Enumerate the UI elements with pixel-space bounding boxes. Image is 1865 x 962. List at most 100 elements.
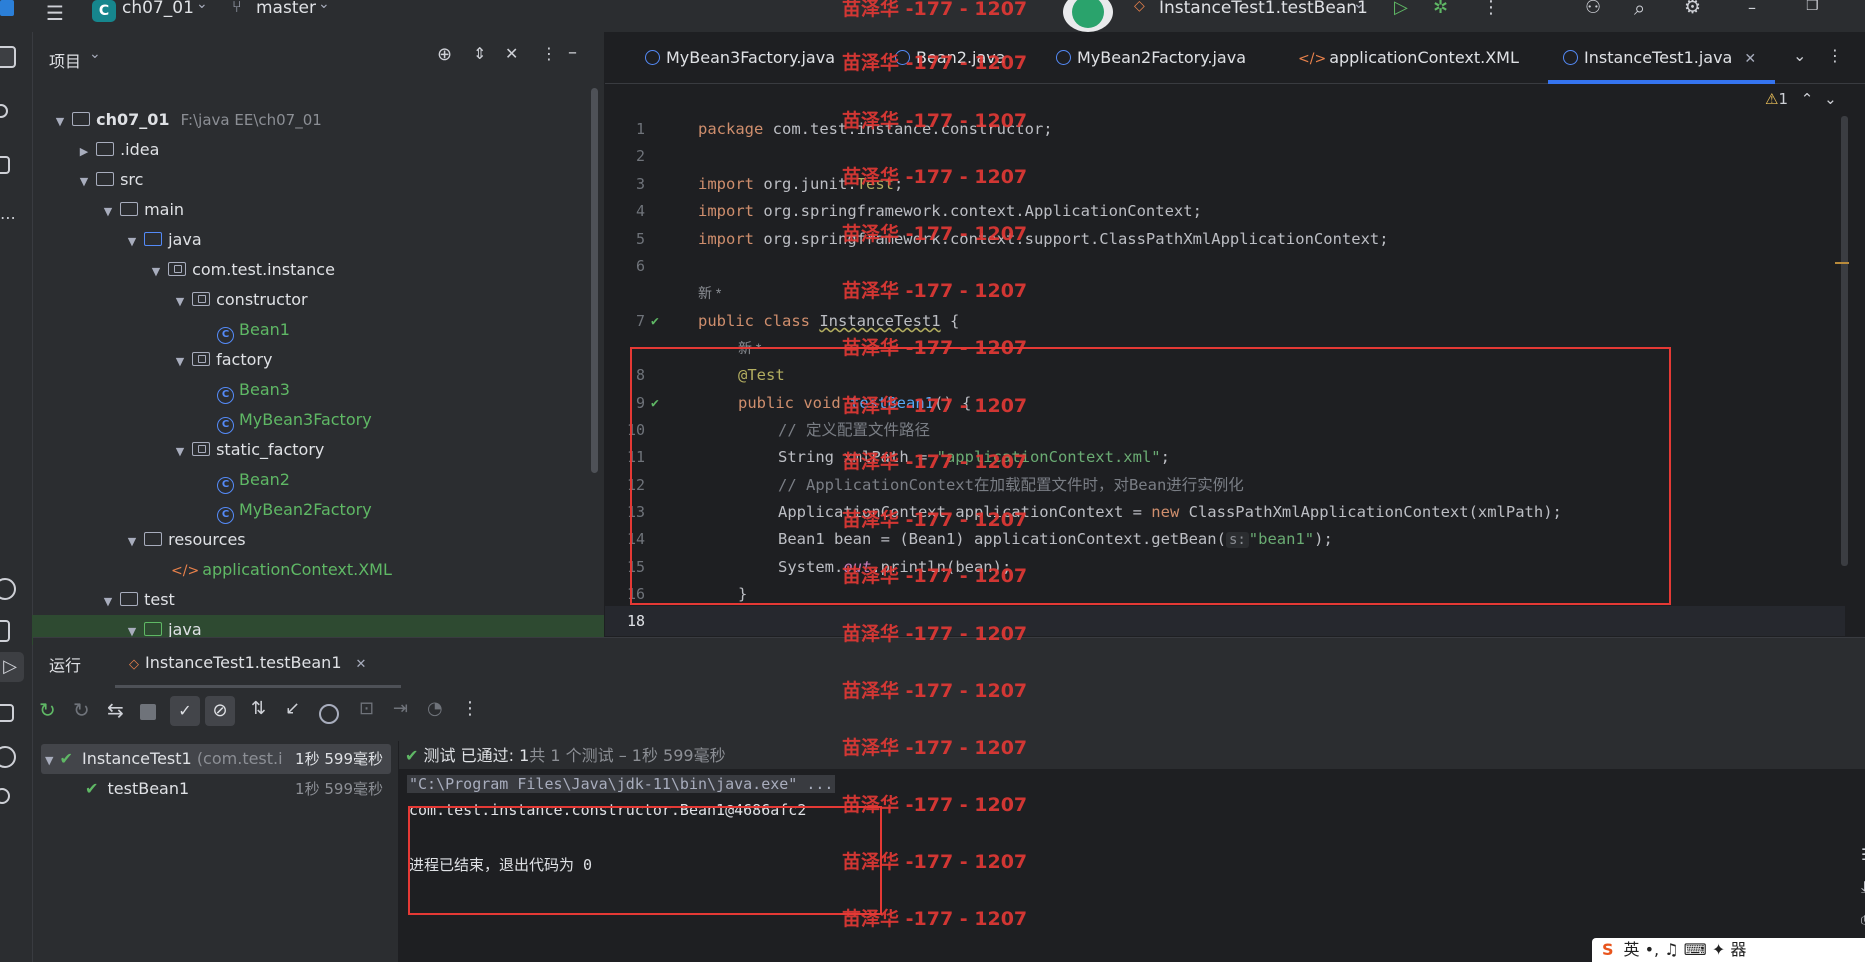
services-icon[interactable]: [0, 578, 16, 600]
run-tool-icon[interactable]: ▷: [0, 652, 24, 682]
show-ignored-toggle[interactable]: ⊘: [205, 696, 235, 726]
options-icon[interactable]: ⋮: [541, 44, 557, 63]
chevron-down-icon[interactable]: ▼: [173, 347, 187, 377]
print-icon[interactable]: ⎙: [1861, 909, 1865, 929]
search-icon[interactable]: ⌕: [1634, 0, 1645, 20]
more-tools-icon[interactable]: ⋯: [0, 208, 16, 227]
tab-bean2[interactable]: Bean2.java: [895, 32, 1006, 84]
tab-mybean3factory[interactable]: MyBean3Factory.java: [645, 32, 835, 84]
project-badge[interactable]: C: [92, 0, 116, 22]
git-icon[interactable]: [0, 788, 10, 804]
minimize-icon[interactable]: –: [1748, 0, 1756, 17]
chevron-down-icon[interactable]: ⌄: [1353, 0, 1365, 12]
close-icon[interactable]: ✕: [356, 657, 367, 672]
tree-item-factory[interactable]: ▼ factory: [173, 345, 273, 377]
chevron-down-icon[interactable]: ▼: [149, 257, 163, 287]
export-icon[interactable]: ⇥: [393, 698, 408, 719]
run-panel-title[interactable]: 运行: [49, 652, 81, 676]
screenshot-icon[interactable]: ⊡: [359, 698, 374, 719]
chevron-down-icon[interactable]: ⌄: [89, 46, 101, 62]
tree-item-java[interactable]: ▼ java: [125, 225, 202, 255]
tree-item-ch07_01[interactable]: ▼ ch07_01 F:\java EE\ch07_01: [53, 105, 322, 135]
chevron-down-icon[interactable]: ▼: [125, 227, 139, 257]
chevron-down-icon[interactable]: ▼: [173, 437, 187, 467]
tree-label: MyBean2Factory: [239, 500, 372, 519]
chevron-down-icon[interactable]: ▼: [77, 167, 91, 197]
tree-item-src[interactable]: ▼ src: [77, 165, 144, 197]
history-icon[interactable]: [319, 704, 339, 724]
ime-toolbar[interactable]: S 英 •, ♫ ⌨ ✦ 器: [1592, 938, 1865, 962]
chevron-down-icon[interactable]: ▼: [101, 197, 115, 227]
chevron-down-icon[interactable]: ▼: [125, 527, 139, 557]
sort-icon[interactable]: ⇅: [251, 698, 266, 719]
class-icon: C: [217, 507, 234, 524]
tab-mybean2factory[interactable]: MyBean2Factory.java: [1056, 32, 1246, 84]
run-test-gutter-icon[interactable]: ✔: [651, 390, 659, 417]
tab-applicationcontext[interactable]: </> applicationContext.XML: [1298, 32, 1519, 84]
restore-icon[interactable]: ❐: [1806, 0, 1819, 14]
problems-icon[interactable]: [0, 746, 16, 768]
coverage-icon[interactable]: ◔: [427, 698, 443, 719]
scrollbar[interactable]: [591, 88, 598, 473]
test-row-instancetest1[interactable]: ▼ ✔ InstanceTest1 (com.test.i 1秒 599毫秒: [41, 744, 391, 774]
tree-item-test[interactable]: ▼ test: [101, 585, 175, 615]
tree-item-idea[interactable]: ▶ .idea: [77, 135, 160, 167]
locate-target-icon[interactable]: ⊕: [437, 44, 452, 65]
tree-item-mybean3factory[interactable]: C MyBean3Factory: [217, 405, 372, 435]
chevron-down-icon[interactable]: ⌄: [318, 0, 330, 12]
toggle-auto-test-icon[interactable]: ⇆: [107, 698, 124, 722]
scroll-to-end-icon[interactable]: ⤓: [1861, 877, 1865, 897]
chevron-down-icon[interactable]: ▼: [45, 754, 53, 767]
chevron-down-icon[interactable]: ⌄: [196, 0, 208, 12]
debug-icon[interactable]: ✲: [1433, 0, 1448, 18]
commit-icon[interactable]: [0, 104, 8, 118]
expand-all-icon[interactable]: ⇕: [473, 44, 486, 63]
test-row-testbean1[interactable]: ✔ testBean1 1秒 599毫秒: [41, 774, 391, 804]
run-icon[interactable]: ▷: [1394, 0, 1408, 18]
more-icon[interactable]: ⋮: [1482, 0, 1500, 18]
run-test-gutter-icon[interactable]: ✔: [651, 308, 659, 335]
app-logo-icon[interactable]: [0, 0, 14, 16]
add-user-icon[interactable]: ⚇: [1585, 0, 1601, 18]
collapse-all-icon[interactable]: ✕: [505, 44, 518, 63]
tree-item-applicationcontext[interactable]: </> applicationContext.XML: [171, 555, 392, 585]
tree-item-bean2[interactable]: C Bean2: [217, 465, 290, 495]
branch-name[interactable]: master: [256, 0, 316, 18]
more-icon[interactable]: ⋮: [461, 698, 479, 719]
tree-item-bean3[interactable]: C Bean3: [217, 375, 290, 405]
tree-item-mybean2factory[interactable]: C MyBean2Factory: [217, 495, 372, 525]
run-config-name[interactable]: InstanceTest1.testBean1: [1159, 0, 1368, 18]
tree-item-main[interactable]: ▼ main: [101, 195, 184, 225]
project-folder-icon[interactable]: [0, 46, 16, 68]
run-tab[interactable]: ◇ InstanceTest1.testBean1 ✕: [115, 638, 401, 688]
chevron-down-icon[interactable]: ▼: [101, 587, 115, 617]
tree-item-static-factory[interactable]: ▼ static_factory: [173, 435, 325, 467]
rerun-icon[interactable]: ↻: [39, 698, 56, 722]
project-name[interactable]: ch07_01: [122, 0, 194, 18]
tree-item-package[interactable]: ▼ com.test.instance: [149, 255, 335, 285]
main-menu-icon[interactable]: ☰: [46, 1, 64, 25]
chevron-down-icon[interactable]: ▼: [53, 107, 67, 137]
structure-icon[interactable]: [0, 156, 10, 174]
import-tests-icon[interactable]: ↙: [285, 698, 300, 719]
build-hammer-icon[interactable]: [0, 620, 10, 642]
tree-item-constructor[interactable]: ▼ constructor: [173, 285, 308, 315]
show-passed-toggle[interactable]: ✓: [170, 696, 200, 726]
rerun-failed-icon[interactable]: ↻: [73, 698, 90, 722]
hide-panel-icon[interactable]: –: [568, 42, 577, 63]
project-panel-title[interactable]: 项目: [49, 48, 81, 72]
settings-gear-icon[interactable]: ⚙: [1684, 0, 1701, 18]
soft-wrap-icon[interactable]: ☰: [1861, 845, 1865, 864]
tree-item-resources[interactable]: ▼ resources: [125, 525, 246, 555]
tab-instancetest1[interactable]: InstanceTest1.java ✕: [1563, 32, 1795, 84]
chevron-right-icon[interactable]: ▶: [77, 137, 91, 167]
chevron-down-icon[interactable]: ▼: [173, 287, 187, 317]
terminal-icon[interactable]: [0, 704, 14, 722]
code-area[interactable]: 1 package com.test.instance.constructor; …: [605, 84, 1835, 637]
tab-options-icon[interactable]: ⋮: [1827, 46, 1843, 65]
tab-list-chevron-icon[interactable]: ⌄: [1793, 46, 1806, 65]
close-icon[interactable]: ✕: [1744, 51, 1756, 67]
tree-item-bean1[interactable]: C Bean1: [217, 315, 290, 345]
stop-icon[interactable]: [140, 704, 156, 720]
console-output[interactable]: "C:\Program Files\Java\jdk-11\bin\java.e…: [399, 769, 1865, 962]
